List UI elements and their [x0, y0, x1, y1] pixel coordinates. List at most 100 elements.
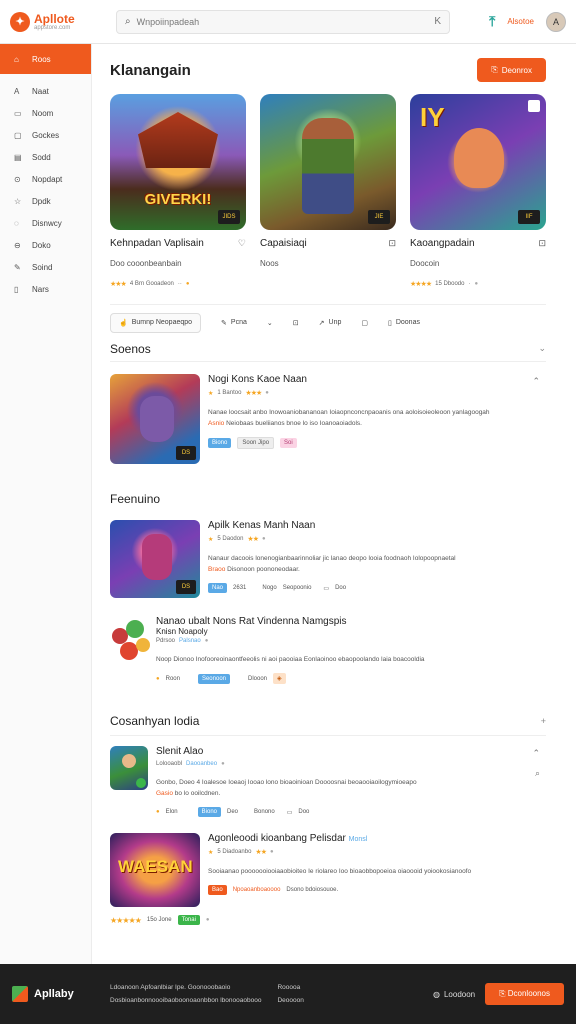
plus-icon[interactable]: +: [541, 716, 546, 726]
top-link[interactable]: Alsotoe: [507, 17, 534, 26]
category-tag[interactable]: Tonai: [177, 915, 200, 925]
heart-icon[interactable]: ♡: [238, 238, 246, 249]
item-title[interactable]: Apilk Kenas Manh Naan: [208, 520, 546, 531]
item-meta: Roon: [165, 675, 180, 682]
featured-title[interactable]: Kehnpadan Vaplisain: [110, 238, 204, 249]
sidebar-item-apps[interactable]: A Naat: [0, 80, 91, 102]
bookmark-icon[interactable]: ⊡: [388, 238, 396, 249]
rating-stars-icon: ★★★: [245, 390, 262, 397]
section-title: Feenuino: [110, 492, 161, 506]
sidebar-item-star[interactable]: ☆ Dpdk: [0, 190, 91, 212]
item-meta: 15o Jone: [146, 917, 172, 923]
share-chip[interactable]: ☝ Bumnp Neopaeqpo: [110, 312, 202, 333]
featured-title[interactable]: Capaisiaqi: [260, 238, 307, 249]
footer-logo[interactable]: Apllaby: [12, 986, 110, 1002]
item-thumbnail[interactable]: [110, 616, 154, 666]
list-item[interactable]: Nanao ubalt Nons Rat Vindenna Namgspis K…: [110, 616, 546, 684]
apps-icon: A: [14, 86, 20, 96]
sidebar-item-list[interactable]: ◌ Disnwcy: [0, 212, 91, 234]
folder-icon: ▭: [14, 108, 22, 118]
gift-icon[interactable]: ◈: [273, 673, 286, 684]
footer-button[interactable]: ⎘ Dconloonos: [485, 983, 564, 1005]
item-title[interactable]: Nanao ubalt Nons Rat Vindenna Namgspis: [156, 616, 546, 627]
more-action[interactable]: ▯ Doonas: [388, 319, 420, 327]
item-thumbnail[interactable]: WAESAN: [110, 833, 200, 907]
dropdown-action[interactable]: ⌄: [267, 319, 273, 327]
item-meta: Lolooaobl: [156, 761, 183, 767]
language-selector[interactable]: ◍ Loodoon: [433, 990, 475, 999]
featured-card[interactable]: JIE Capaisiaqi ⊡ Noos: [260, 94, 396, 288]
list-item[interactable]: DS Apilk Kenas Manh Naan ★ 5 Daodon ★★ ●…: [110, 520, 546, 598]
edit-action[interactable]: ✎ Pcna: [221, 319, 247, 327]
featured-image[interactable]: GIVERKI! JIDS: [110, 94, 246, 230]
primary-button[interactable]: ⎘ Deonrox: [477, 58, 546, 82]
featured-subtitle: Doocoin: [410, 259, 440, 268]
search-icon[interactable]: ⌕: [535, 768, 540, 779]
featured-art-text: IY: [420, 102, 445, 132]
top-bar: ✦ Apllote appstore.com ⌕ Wnpoiinpadeah K…: [0, 0, 576, 44]
comment-icon: ⊡: [292, 319, 299, 327]
search-placeholder: Wnpoiinpadeah: [136, 16, 200, 27]
sidebar-item-edit[interactable]: ✎ Soind: [0, 256, 91, 278]
upload-icon[interactable]: ⤒: [489, 13, 495, 30]
bookmark-icon[interactable]: ⊡: [538, 238, 546, 249]
app-logo[interactable]: ✦ Apllote appstore.com: [10, 11, 102, 32]
category-tag[interactable]: Soi: [280, 438, 297, 448]
sidebar-item-folder[interactable]: ▭ Noom: [0, 102, 91, 124]
home-icon: ⌂: [14, 54, 19, 64]
chevron-up-icon[interactable]: ⌃: [532, 748, 540, 759]
more-icon[interactable]: ·: [468, 281, 470, 287]
chat-action[interactable]: ▢: [361, 319, 368, 327]
featured-card[interactable]: IY IIF Kaoangpadain ⊡ Doocoin ★★★★ 15 Db…: [410, 94, 546, 288]
category-tag[interactable]: Biono: [197, 807, 221, 817]
featured-image[interactable]: IY IIF: [410, 94, 546, 230]
chevron-down-icon[interactable]: ⌄: [538, 343, 546, 354]
item-thumbnail[interactable]: DS: [110, 374, 200, 464]
badge: DS: [176, 580, 196, 594]
category-tag[interactable]: Bao: [208, 885, 227, 895]
footer-link[interactable]: Dosbioanbonnoooibaoboonoaonbbon lbonooao…: [110, 994, 261, 1007]
item-thumbnail[interactable]: DS: [110, 520, 200, 598]
footer-links-2: Rooooa Deoooon: [277, 981, 303, 1007]
item-thumbnail[interactable]: [110, 746, 148, 790]
category-tag[interactable]: Biono: [208, 438, 232, 448]
list-item[interactable]: WAESAN Agonleoodi kioanbang Pelisdar Mon…: [110, 833, 546, 907]
featured-image[interactable]: JIE: [260, 94, 396, 230]
share-action[interactable]: ↗ Unp: [319, 319, 342, 327]
category-tag[interactable]: Soon Jipo: [237, 437, 275, 449]
item-title[interactable]: Slenit Alao: [156, 746, 546, 757]
info-icon: ●: [221, 761, 225, 767]
chevron-up-icon[interactable]: ⌃: [532, 376, 540, 387]
badge: DS: [176, 446, 196, 460]
featured-card[interactable]: GIVERKI! JIDS Kehnpadan Vaplisain ♡ Doo …: [110, 94, 246, 288]
footer-link[interactable]: Deoooon: [277, 994, 303, 1007]
featured-title[interactable]: Kaoangpadain: [410, 238, 475, 249]
comment-action[interactable]: ⊡: [293, 319, 299, 327]
footer-link[interactable]: Rooooa: [277, 981, 303, 994]
sidebar-item-file[interactable]: ▯ Nars: [0, 278, 91, 300]
list-item[interactable]: DS Nogi Kons Kaoe Naan ★ 1 Bantoo ★★★ ● …: [110, 374, 546, 464]
category-tag[interactable]: Seonoon: [197, 673, 230, 684]
item-title[interactable]: Nogi Kons Kaoe Naan: [208, 374, 546, 385]
more-icon[interactable]: ··: [178, 281, 182, 287]
item-meta: Pdrsoo: [156, 638, 176, 644]
info-icon: ●: [269, 849, 274, 855]
category-tag[interactable]: Nao: [208, 583, 228, 593]
list-item[interactable]: Slenit Alao Lolooaobl Daooanbeo ● Gonbo,…: [110, 746, 546, 817]
chart-icon: ▤: [14, 152, 22, 162]
badge: JIDS: [218, 210, 240, 224]
item-description: Nanaur dacoois lonenogianbaarinnoliar ji…: [208, 555, 456, 573]
footer: Apllaby Ldoanoon Apfoanlbiar Ipe. Goonoo…: [0, 964, 576, 1024]
download-icon: ⎘: [491, 65, 498, 74]
star-icon: ★: [208, 390, 214, 397]
sidebar-item-downloads[interactable]: ⊙ Nopdapt: [0, 168, 91, 190]
footer-link[interactable]: Ldoanoon Apfoanlbiar Ipe. Goonooobaoio: [110, 981, 261, 994]
sidebar-item-charts[interactable]: ▤ Sodd: [0, 146, 91, 168]
sidebar-item-games[interactable]: ▢ Gockes: [0, 124, 91, 146]
search-input[interactable]: ⌕ Wnpoiinpadeah K: [116, 9, 450, 34]
avatar[interactable]: A: [546, 11, 566, 32]
sidebar-item-circle[interactable]: ⊖ Doko: [0, 234, 91, 256]
info-icon[interactable]: ●: [474, 281, 478, 287]
sidebar-item-home[interactable]: ⌂ Roos: [0, 44, 91, 74]
item-title[interactable]: Agonleoodi kioanbang Pelisdar Monsl: [208, 833, 546, 844]
